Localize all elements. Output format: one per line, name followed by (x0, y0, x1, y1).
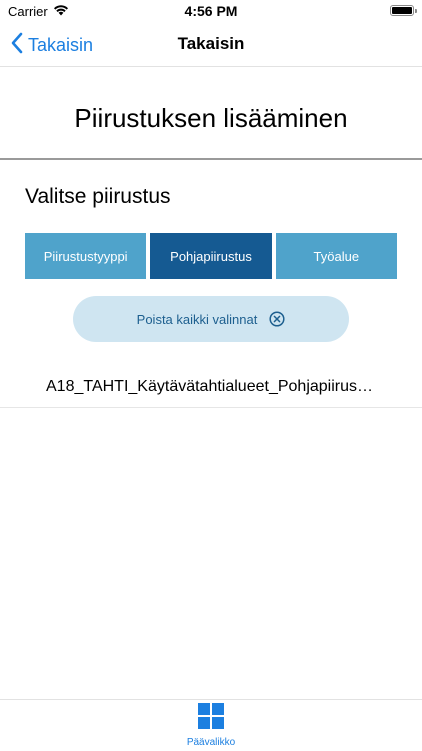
status-time: 4:56 PM (184, 3, 238, 19)
filter-segments: Piirustustyyppi Pohjapiirustus Työalue (25, 233, 397, 279)
clear-selections-button[interactable]: Poista kaikki valinnat (73, 296, 349, 342)
navigation-bar: Takaisin Takaisin (0, 26, 422, 67)
grid-icon (198, 703, 224, 729)
nav-title: Takaisin (177, 34, 245, 53)
tab-main-menu[interactable]: Päävalikko (171, 702, 251, 750)
status-bar: Carrier 4:56 PM (0, 0, 422, 26)
list-item-label: A18_TAHTI_Käytävätahtialueet_Pohjapiirus… (46, 378, 376, 395)
tab-label: Päävalikko (186, 737, 236, 748)
segment-drawing-type[interactable]: Piirustustyyppi (25, 233, 147, 279)
heading-divider (0, 158, 422, 160)
tab-bar: Päävalikko (0, 699, 422, 751)
segment-work-area[interactable]: Työalue (275, 233, 397, 279)
close-circle-icon (269, 311, 285, 327)
battery-icon (390, 5, 417, 16)
list-item[interactable]: A18_TAHTI_Käytävätahtialueet_Pohjapiirus… (0, 368, 422, 408)
clear-selections-label: Poista kaikki valinnat (136, 311, 258, 327)
page-title: Piirustuksen lisääminen (74, 103, 348, 133)
segment-floor-plan[interactable]: Pohjapiirustus (150, 233, 272, 279)
section-title: Valitse piirustus (25, 185, 171, 208)
